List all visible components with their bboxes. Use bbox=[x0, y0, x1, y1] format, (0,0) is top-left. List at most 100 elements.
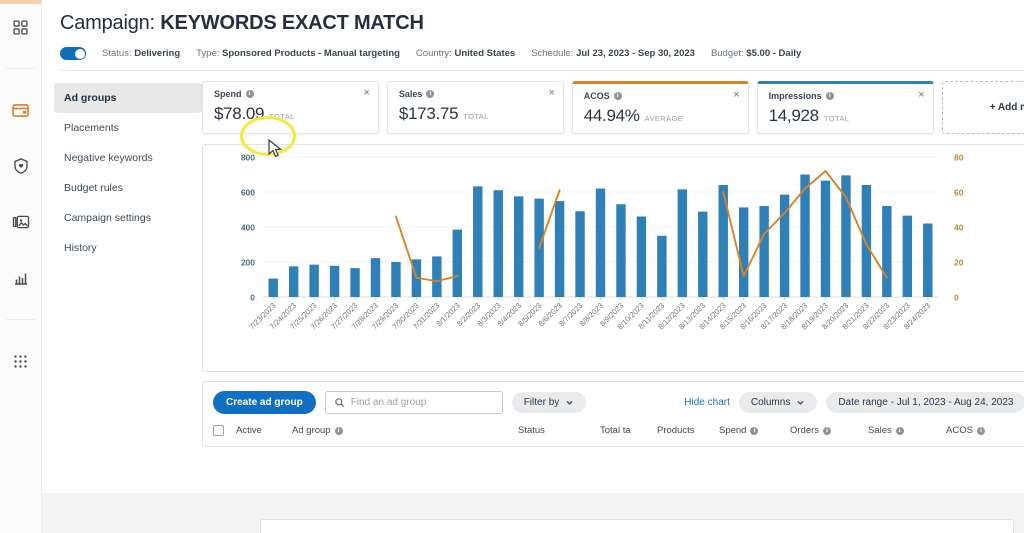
close-icon[interactable]: × bbox=[548, 88, 554, 99]
info-icon[interactable]: i bbox=[825, 92, 834, 100]
meta-country: Country: United States bbox=[416, 48, 515, 59]
chart-bar bbox=[820, 180, 831, 297]
main-area: Campaign: KEYWORDS EXACT MATCH Status: D… bbox=[42, 0, 1024, 533]
meta-country-value: United States bbox=[454, 48, 516, 59]
columns-label: Columns bbox=[750, 397, 791, 408]
meta-status: Status: Delivering bbox=[102, 48, 180, 59]
metric-card-spend[interactable]: Spend i × $78.09 TOTAL bbox=[202, 81, 379, 134]
info-icon[interactable]: i bbox=[613, 92, 622, 100]
column-label: Status bbox=[518, 425, 545, 436]
chart-bar bbox=[329, 265, 340, 297]
select-all-checkbox[interactable] bbox=[213, 425, 224, 436]
column-label: Orders bbox=[790, 425, 820, 436]
info-icon[interactable]: i bbox=[750, 426, 759, 435]
chart-bar bbox=[268, 278, 278, 297]
column-header-products[interactable]: Products bbox=[657, 425, 719, 436]
chart-bar bbox=[554, 201, 565, 297]
svg-text:40: 40 bbox=[954, 223, 964, 233]
chart-bar bbox=[513, 196, 524, 297]
info-icon[interactable]: i bbox=[976, 426, 985, 435]
reports-icon[interactable] bbox=[6, 263, 36, 293]
metric-label-row: ACOS i bbox=[584, 91, 739, 101]
campaign-sidebar-nav: Ad groups Placements Negative keywords B… bbox=[42, 81, 202, 447]
close-icon[interactable]: × bbox=[918, 90, 924, 101]
filter-by-label: Filter by bbox=[523, 397, 560, 408]
column-header-acos[interactable]: ACOS i bbox=[946, 425, 1024, 436]
column-header-total-targets[interactable]: Total ta bbox=[600, 425, 657, 436]
meta-schedule: Schedule: Jul 23, 2023 - Sep 30, 2023 bbox=[531, 48, 695, 59]
close-icon[interactable]: × bbox=[363, 88, 369, 99]
metric-unit: TOTAL bbox=[463, 112, 489, 121]
sidebar-item-placements[interactable]: Placements bbox=[54, 113, 202, 143]
apps-grid-icon[interactable] bbox=[6, 346, 36, 376]
info-icon[interactable]: i bbox=[823, 426, 832, 435]
metric-label: Spend bbox=[214, 89, 242, 99]
metric-value-row: 44.94% AVERAGE bbox=[584, 106, 739, 126]
performance-chart[interactable]: 02004006008000204060807/23/20237/24/2023… bbox=[203, 145, 997, 371]
meta-budget: Budget: $5.00 - Daily bbox=[711, 48, 801, 59]
metric-card-impressions[interactable]: Impressions i × 14,928 TOTAL bbox=[756, 81, 934, 134]
meta-budget-label: Budget: bbox=[710, 48, 744, 59]
campaign-status-toggle[interactable] bbox=[60, 47, 86, 60]
chart-bar bbox=[636, 216, 647, 297]
page-title: Campaign: KEYWORDS EXACT MATCH bbox=[60, 12, 1024, 35]
sidebar-item-campaign-settings[interactable]: Campaign settings bbox=[54, 203, 202, 233]
shield-icon[interactable] bbox=[6, 151, 36, 181]
media-icon[interactable] bbox=[6, 207, 36, 237]
search-input[interactable]: Find an ad group bbox=[324, 391, 503, 414]
info-icon[interactable]: i bbox=[334, 426, 343, 435]
chart-bar bbox=[861, 185, 872, 297]
column-header-orders[interactable]: Orders i bbox=[790, 425, 868, 436]
metric-unit: TOTAL bbox=[269, 112, 295, 121]
date-range-button[interactable]: Date range - Jul 1, 2023 - Aug 24, 2023 bbox=[826, 392, 1024, 413]
column-label: Sales bbox=[868, 425, 892, 436]
svg-text:0: 0 bbox=[954, 293, 959, 303]
svg-text:20: 20 bbox=[954, 258, 964, 268]
columns-button[interactable]: Columns bbox=[738, 392, 818, 413]
info-icon[interactable]: i bbox=[895, 426, 904, 435]
filter-by-button[interactable]: Filter by bbox=[511, 392, 587, 413]
metric-unit: AVERAGE bbox=[644, 114, 684, 123]
svg-text:600: 600 bbox=[241, 188, 255, 198]
next-panel-edge bbox=[260, 519, 1014, 533]
sidebar-item-ad-groups[interactable]: Ad groups bbox=[54, 83, 202, 113]
dashboard-icon[interactable] bbox=[6, 12, 36, 42]
metric-value-row: $78.09 TOTAL bbox=[214, 104, 369, 124]
chart-bar bbox=[677, 189, 688, 297]
column-label: ACOS bbox=[946, 425, 973, 436]
column-header-status[interactable]: Status bbox=[518, 425, 600, 436]
create-ad-group-button[interactable]: Create ad group bbox=[213, 391, 316, 414]
hide-chart-link[interactable]: Hide chart bbox=[684, 397, 730, 408]
search-placeholder: Find an ad group bbox=[350, 397, 427, 408]
sidebar-item-negative-keywords[interactable]: Negative keywords bbox=[54, 143, 202, 173]
add-metric-button[interactable]: + Add metric bbox=[941, 81, 1024, 134]
column-header-sales[interactable]: Sales i bbox=[868, 425, 946, 436]
sidebar-item-budget-rules[interactable]: Budget rules bbox=[54, 173, 202, 203]
chart-bar bbox=[288, 266, 299, 297]
search-icon bbox=[334, 398, 344, 408]
close-icon[interactable]: × bbox=[733, 90, 739, 101]
chart-bar bbox=[595, 188, 606, 297]
sidebar-item-label: History bbox=[64, 242, 97, 254]
app-root: Campaign: KEYWORDS EXACT MATCH Status: D… bbox=[0, 0, 1024, 533]
metric-label: Sales bbox=[398, 89, 423, 99]
metric-unit: TOTAL bbox=[823, 114, 850, 123]
sidebar-item-label: Campaign settings bbox=[64, 212, 151, 224]
campaign-icon[interactable] bbox=[6, 95, 36, 125]
chart-bar bbox=[923, 223, 933, 297]
sidebar-item-label: Ad groups bbox=[64, 92, 117, 104]
column-label: Spend bbox=[719, 425, 747, 436]
performance-chart-panel: 0 200 400 600 800 0 20 40 60 80 7/23/2023 7/24/2023… bbox=[202, 144, 1024, 372]
info-icon[interactable]: i bbox=[245, 90, 254, 98]
metric-card-sales[interactable]: Sales i × $173.75 TOTAL bbox=[386, 81, 564, 134]
chart-bar bbox=[391, 262, 401, 297]
meta-budget-value: $5.00 - Daily bbox=[746, 48, 802, 59]
info-icon[interactable]: i bbox=[426, 90, 435, 98]
column-header-active[interactable]: Active bbox=[236, 425, 292, 436]
chart-bar bbox=[473, 186, 483, 297]
column-header-spend[interactable]: Spend i bbox=[719, 425, 790, 436]
sidebar-item-history[interactable]: History bbox=[54, 233, 202, 263]
column-header-ad-group[interactable]: Ad group i bbox=[292, 425, 518, 436]
metric-card-acos[interactable]: ACOS i × 44.94% AVERAGE bbox=[571, 81, 749, 134]
column-label: Products bbox=[657, 425, 695, 436]
